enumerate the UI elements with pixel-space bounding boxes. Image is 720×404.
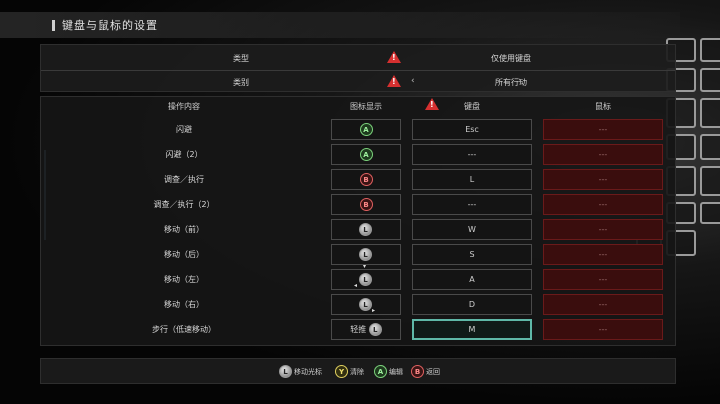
action-name: 调查／执行 bbox=[164, 175, 204, 184]
page-title: 键盘与鼠标的设置 bbox=[62, 19, 158, 32]
left-stick-icon: L bbox=[368, 323, 382, 336]
type-label: 类型 bbox=[233, 54, 249, 63]
keyboard-cell[interactable]: S bbox=[412, 244, 532, 265]
hint-edit[interactable]: A 编辑 bbox=[374, 365, 403, 378]
nudge-label: 轻推 bbox=[350, 325, 367, 334]
header-mouse: 鼠标 bbox=[595, 102, 611, 111]
keyboard-cell[interactable]: --- bbox=[412, 144, 532, 165]
keyboard-cell[interactable]: W bbox=[412, 219, 532, 240]
hint-move-cursor: L 移动光标 bbox=[279, 365, 322, 378]
table-row[interactable]: 调查／执行 B L --- bbox=[49, 168, 671, 191]
table-row[interactable]: 移动（左） ◂ L A --- bbox=[49, 268, 671, 291]
control-hints-bar: L 移动光标 Y 清除 A 编辑 B 返回 bbox=[40, 358, 676, 384]
keyboard-cell[interactable]: A bbox=[412, 269, 532, 290]
category-row[interactable]: 类别 ‹ 所有行动 › bbox=[41, 70, 675, 92]
icon-cell: ▸ L bbox=[331, 294, 401, 315]
type-value[interactable]: 仅使用键盘 bbox=[431, 53, 591, 64]
title-bar: 键盘与鼠标的设置 bbox=[0, 12, 680, 38]
action-name: 移动（右） bbox=[164, 300, 204, 309]
header-action: 操作内容 bbox=[168, 102, 200, 111]
icon-cell: 轻推 L bbox=[331, 319, 401, 340]
left-stick-icon: ◂ L bbox=[354, 272, 377, 289]
hint-back[interactable]: B 返回 bbox=[411, 365, 440, 378]
icon-cell: ▴L bbox=[331, 219, 401, 240]
b-button-icon: B bbox=[411, 365, 424, 378]
mouse-cell[interactable]: --- bbox=[543, 244, 663, 265]
table-row[interactable]: 移动（后） ▾ L S --- bbox=[49, 243, 671, 270]
category-label: 类别 bbox=[233, 78, 249, 87]
a-button-icon: A bbox=[359, 148, 373, 161]
header-icon: 图标显示 bbox=[350, 102, 382, 111]
b-button-icon: B bbox=[359, 198, 373, 211]
keyboard-cell[interactable]: --- bbox=[412, 194, 532, 215]
mouse-cell[interactable]: --- bbox=[543, 319, 663, 340]
action-name: 闪避 bbox=[176, 125, 192, 134]
header-keyboard: 键盘 bbox=[464, 102, 480, 111]
a-button-icon: A bbox=[359, 123, 373, 136]
table-row[interactable]: 移动（右） ▸ L D --- bbox=[49, 293, 671, 316]
keyboard-cell-selected[interactable]: M bbox=[412, 319, 532, 340]
left-stick-icon: ▴L bbox=[355, 222, 377, 237]
mouse-cell[interactable]: --- bbox=[543, 219, 663, 240]
warning-icon bbox=[387, 75, 401, 89]
mouse-cell[interactable]: --- bbox=[543, 194, 663, 215]
b-button-icon: B bbox=[359, 173, 373, 186]
keyboard-cell[interactable]: Esc bbox=[412, 119, 532, 140]
warning-icon bbox=[387, 51, 401, 65]
mouse-cell[interactable]: --- bbox=[543, 294, 663, 315]
category-value[interactable]: 所有行动 bbox=[431, 77, 591, 88]
mouse-cell[interactable]: --- bbox=[543, 169, 663, 190]
chevron-left-icon[interactable]: ‹ bbox=[411, 76, 415, 86]
table-row[interactable]: 闪避 A Esc --- bbox=[49, 118, 671, 141]
mouse-cell[interactable]: --- bbox=[543, 119, 663, 140]
a-button-icon: A bbox=[374, 365, 387, 378]
y-button-icon: Y bbox=[335, 365, 348, 378]
icon-cell: B bbox=[331, 169, 401, 190]
action-name: 移动（前） bbox=[164, 225, 204, 234]
table-row[interactable]: 步行（低速移动） 轻推 L M --- bbox=[49, 318, 671, 341]
table-row[interactable]: 闪避（2） A --- --- bbox=[49, 143, 671, 166]
mouse-cell[interactable]: --- bbox=[543, 144, 663, 165]
action-name: 步行（低速移动） bbox=[152, 325, 216, 334]
action-name: 闪避（2） bbox=[165, 150, 203, 159]
keyboard-cell[interactable]: L bbox=[412, 169, 532, 190]
left-stick-icon: ▸ L bbox=[355, 297, 377, 314]
icon-cell: B bbox=[331, 194, 401, 215]
chevron-right-icon[interactable]: › bbox=[518, 76, 522, 86]
action-name: 移动（后） bbox=[164, 250, 204, 259]
icon-cell: A bbox=[331, 119, 401, 140]
table-row[interactable]: 移动（前） ▴L W --- bbox=[49, 218, 671, 241]
action-name: 移动（左） bbox=[164, 275, 204, 284]
hint-clear[interactable]: Y 清除 bbox=[335, 365, 364, 378]
title-marker bbox=[52, 20, 55, 31]
icon-cell: ▾ L bbox=[331, 244, 401, 270]
binding-table: 操作内容 图标显示 键盘 鼠标 闪避 A Esc --- 闪避（2） A ---… bbox=[40, 96, 676, 346]
left-stick-icon: ▾ L bbox=[355, 247, 377, 270]
type-row[interactable]: 类型 仅使用键盘 bbox=[41, 47, 675, 69]
action-name: 调查／执行（2） bbox=[153, 200, 215, 209]
table-row[interactable]: 调查／执行（2） B --- --- bbox=[49, 193, 671, 216]
left-stick-icon: L bbox=[279, 365, 292, 378]
keyboard-cell[interactable]: D bbox=[412, 294, 532, 315]
mouse-cell[interactable]: --- bbox=[543, 269, 663, 290]
icon-cell: A bbox=[331, 144, 401, 165]
filter-panel: 类型 仅使用键盘 类别 ‹ 所有行动 › bbox=[40, 44, 676, 92]
icon-cell: ◂ L bbox=[331, 269, 401, 290]
